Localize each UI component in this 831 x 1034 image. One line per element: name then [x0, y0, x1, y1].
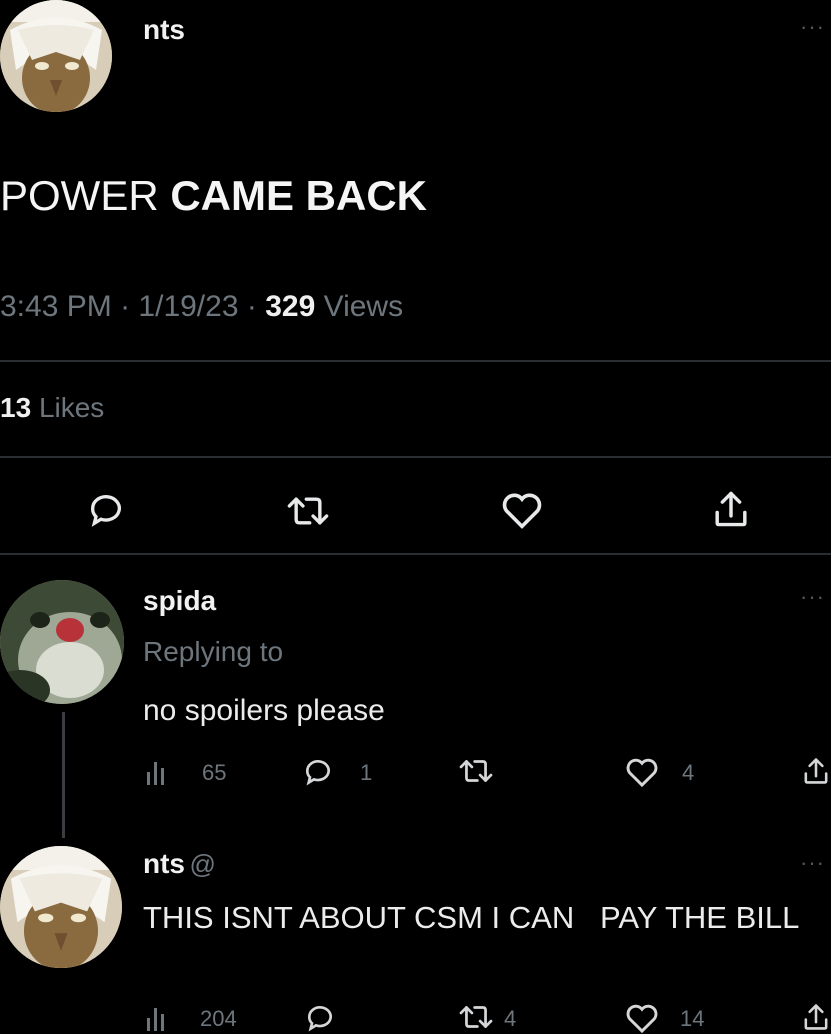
likes-stat[interactable]: 13 Likes [0, 392, 104, 424]
author-avatar[interactable] [0, 0, 112, 112]
meta-separator: · [120, 290, 131, 323]
reply-author-name[interactable]: nts [143, 848, 185, 879]
like-count: 14 [680, 1006, 705, 1031]
retweet-icon[interactable] [458, 1002, 494, 1032]
views-count: 329 [265, 290, 316, 323]
divider [0, 456, 831, 458]
share-icon[interactable] [802, 754, 830, 788]
like-count: 4 [682, 760, 695, 785]
tweet-text-bold: CAME BACK [170, 172, 427, 219]
like-icon[interactable] [500, 490, 544, 530]
reply-avatar[interactable] [0, 846, 122, 968]
reply-icon[interactable] [86, 490, 126, 530]
tweet-text: POWER CAME BACK [0, 172, 427, 220]
like-icon[interactable] [624, 1002, 660, 1034]
more-icon[interactable]: ··· [800, 850, 825, 876]
likes-count: 13 [0, 392, 32, 423]
reply-text: no spoilers please [143, 694, 385, 727]
author-name[interactable]: nts [143, 14, 185, 46]
reply-icon[interactable] [302, 756, 334, 788]
reply-author-name[interactable]: spida [143, 585, 216, 617]
views-icon[interactable] [146, 1004, 168, 1032]
reply-avatar[interactable] [0, 580, 124, 704]
tweet-time[interactable]: 3:43 PM [0, 290, 112, 323]
likes-label: Likes [38, 392, 105, 423]
share-icon[interactable] [802, 1000, 830, 1034]
share-icon[interactable] [712, 488, 750, 530]
thread-line [62, 712, 65, 838]
reply-text: THIS ISNT ABOUT CSM I CAN PAY THE BILL [143, 900, 800, 935]
like-icon[interactable] [624, 756, 660, 788]
tweet-meta: 3:43 PM · 1/19/23 · 329 Views [0, 290, 403, 324]
views-count: 65 [202, 760, 227, 785]
retweet-icon[interactable] [286, 492, 330, 530]
meta-separator: · [246, 290, 257, 323]
tweet-date[interactable]: 1/19/23 [138, 290, 238, 323]
views-count: 204 [200, 1006, 237, 1031]
more-icon[interactable]: ··· [800, 14, 825, 40]
tweet-text-light: POWER [0, 172, 159, 219]
reply-header: nts @ [143, 848, 216, 880]
reply-icon[interactable] [304, 1002, 336, 1034]
divider [0, 553, 831, 555]
views-icon[interactable] [146, 758, 168, 786]
retweet-icon[interactable] [458, 756, 494, 786]
views-label: Views [323, 290, 404, 323]
retweet-count: 4 [504, 1006, 517, 1031]
reply-handle[interactable]: @ [189, 849, 215, 879]
reply-count: 1 [360, 760, 373, 785]
divider [0, 360, 831, 362]
more-icon[interactable]: ··· [800, 584, 825, 610]
replying-to-label: Replying to [143, 636, 284, 667]
